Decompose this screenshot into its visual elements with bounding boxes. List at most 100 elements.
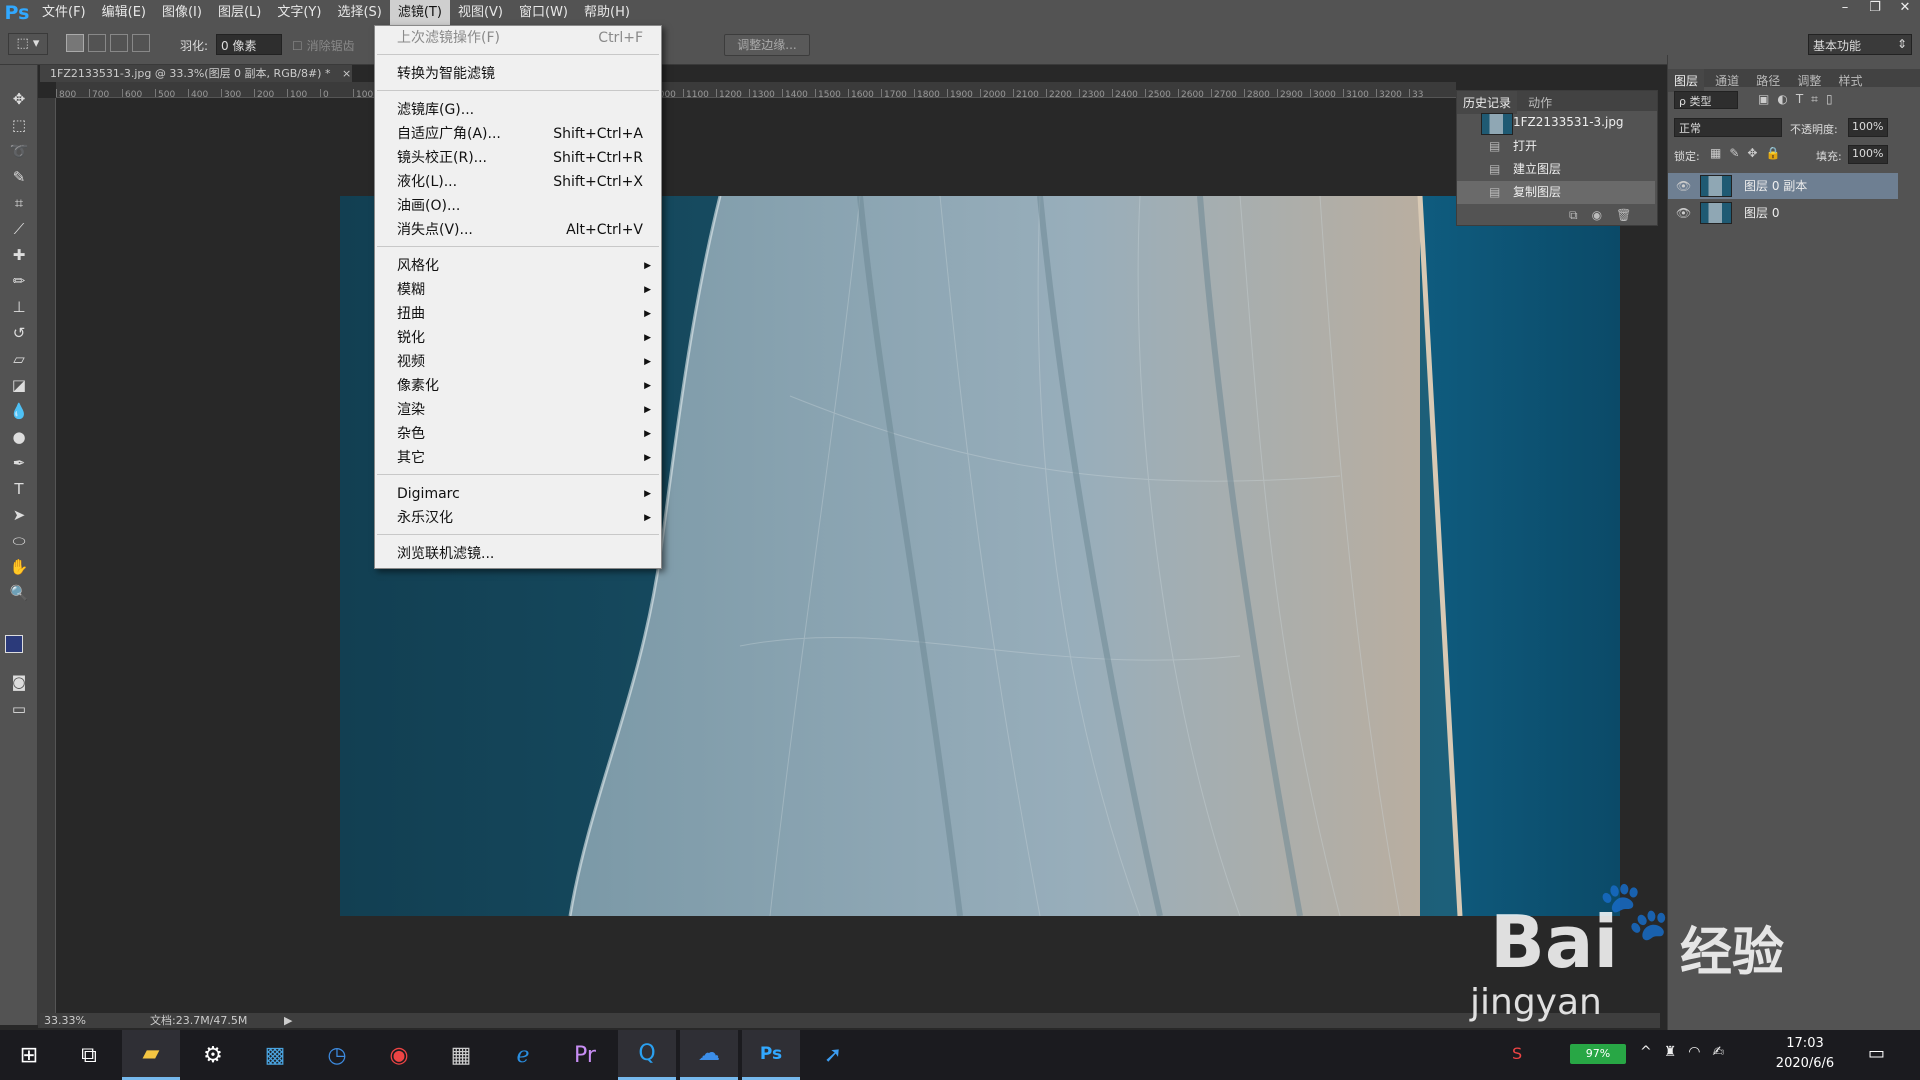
layer-row-copy[interactable]: 👁 图层 0 副本 xyxy=(1668,173,1898,199)
pen-icon[interactable]: ✍ xyxy=(1713,1044,1737,1060)
menu-item-smart-filter[interactable]: 转换为智能滤镜 xyxy=(375,62,661,86)
marquee-preset-icon[interactable]: ⬚ ▾ xyxy=(8,33,48,55)
feather-input[interactable]: 0 像素 xyxy=(216,34,282,55)
antivirus-icon[interactable]: ♜ xyxy=(1664,1044,1689,1060)
marquee-tool-icon[interactable]: ⬚ xyxy=(6,113,32,137)
tab-styles[interactable]: 样式 xyxy=(1832,69,1868,92)
ellipse-tool-icon[interactable]: ⬭ xyxy=(6,529,32,553)
browser-q-icon[interactable]: Q xyxy=(618,1030,676,1080)
submenu-other[interactable]: 其它 ▶ xyxy=(375,446,661,470)
chrome-icon[interactable]: ◉ xyxy=(370,1030,428,1080)
workspace-select[interactable]: 基本功能 ⇕ xyxy=(1808,34,1912,55)
feishu-icon[interactable]: ➚ xyxy=(804,1030,862,1080)
type-tool-icon[interactable]: T xyxy=(6,477,32,501)
menu-filter[interactable]: 滤镜(T) xyxy=(389,0,450,25)
chevron-up-icon[interactable]: ^ xyxy=(1640,1044,1664,1060)
menu-item-last-filter[interactable]: 上次滤镜操作(F) Ctrl+F xyxy=(375,26,661,50)
menu-select[interactable]: 选择(S) xyxy=(329,0,389,25)
screen-mode-icon[interactable]: ▭ xyxy=(6,697,32,721)
intersect-selection-icon[interactable] xyxy=(132,34,150,52)
doc-size[interactable]: 文档:23.7M/47.5M xyxy=(150,1013,247,1028)
layer-row-base[interactable]: 👁 图层 0 xyxy=(1668,200,1898,226)
submenu-distort[interactable]: 扭曲 ▶ xyxy=(375,302,661,326)
healing-brush-icon[interactable]: ✚ xyxy=(6,243,32,267)
add-selection-icon[interactable] xyxy=(88,34,106,52)
wifi-icon[interactable]: ◠ xyxy=(1688,1044,1712,1060)
settings-icon[interactable]: ⚙ xyxy=(184,1030,242,1080)
lasso-tool-icon[interactable]: ➰ xyxy=(6,139,32,163)
submenu-digimarc[interactable]: Digimarc ▶ xyxy=(375,482,661,506)
fill-input[interactable]: 100% xyxy=(1848,145,1888,164)
close-button[interactable]: ✕ xyxy=(1890,0,1920,18)
shape-filter-icon[interactable]: ⌗ xyxy=(1811,92,1826,106)
menu-image[interactable]: 图像(I) xyxy=(154,0,210,25)
notification-icon[interactable]: ▭ xyxy=(1868,1043,1885,1064)
menu-item-oil-paint[interactable]: 油画(O)... xyxy=(375,194,661,218)
tab-close-icon[interactable]: × xyxy=(342,67,351,80)
camera-icon[interactable]: ◉ xyxy=(1592,208,1616,222)
hand-tool-icon[interactable]: ✋ xyxy=(6,555,32,579)
baidu-netdisk-icon[interactable]: ☁ xyxy=(680,1030,738,1080)
crop-tool-icon[interactable]: ⌗ xyxy=(6,191,32,215)
submenu-blur[interactable]: 模糊 ▶ xyxy=(375,278,661,302)
dodge-tool-icon[interactable]: ● xyxy=(6,425,32,449)
menu-layer[interactable]: 图层(L) xyxy=(210,0,269,25)
history-brush-icon[interactable]: ↺ xyxy=(6,321,32,345)
layer-filter-select[interactable]: ρ 类型 xyxy=(1674,91,1738,109)
menu-file[interactable]: 文件(F) xyxy=(34,0,94,25)
menu-item-browse-online[interactable]: 浏览联机滤镜... xyxy=(375,542,661,566)
tab-layers[interactable]: 图层 xyxy=(1668,69,1705,92)
menu-item-vanishing-point[interactable]: 消失点(V)... Alt+Ctrl+V xyxy=(375,218,661,242)
zoom-level[interactable]: 33.33% xyxy=(44,1013,86,1028)
lock-all-icon[interactable]: 🔒 xyxy=(1765,146,1788,160)
move-tool-icon[interactable]: ✥ xyxy=(6,87,32,111)
subtract-selection-icon[interactable] xyxy=(110,34,128,52)
stamp-tool-icon[interactable]: ⊥ xyxy=(6,295,32,319)
trash-icon[interactable]: 🗑 xyxy=(1616,208,1645,222)
status-arrow-icon[interactable]: ▶ xyxy=(284,1013,292,1028)
photos-icon[interactable]: ▩ xyxy=(246,1030,304,1080)
submenu-sharpen[interactable]: 锐化 ▶ xyxy=(375,326,661,350)
quick-mask-icon[interactable]: ◙ xyxy=(6,670,32,694)
file-explorer-icon[interactable]: ▰ xyxy=(122,1030,180,1080)
menu-item-lens-correction[interactable]: 镜头校正(R)... Shift+Ctrl+R xyxy=(375,146,661,170)
submenu-stylize[interactable]: 风格化 ▶ xyxy=(375,254,661,278)
brush-tool-icon[interactable]: ✏ xyxy=(6,269,32,293)
menu-view[interactable]: 视图(V) xyxy=(450,0,511,25)
adjustment-filter-icon[interactable]: ◐ xyxy=(1777,92,1795,106)
ie-icon[interactable]: ℯ xyxy=(494,1030,552,1080)
paint-bucket-icon[interactable]: ◪ xyxy=(6,373,32,397)
history-snapshot[interactable]: 1FZ2133531-3.jpg xyxy=(1457,111,1655,135)
submenu-noise[interactable]: 杂色 ▶ xyxy=(375,422,661,446)
minimize-button[interactable]: – xyxy=(1830,0,1860,18)
history-step[interactable]: ▤ 建立图层 xyxy=(1457,158,1655,181)
tab-paths[interactable]: 路径 xyxy=(1750,69,1786,92)
task-view-icon[interactable]: ⧉ xyxy=(60,1030,118,1080)
submenu-video[interactable]: 视频 ▶ xyxy=(375,350,661,374)
clock-time[interactable]: 17:03 xyxy=(1770,1036,1840,1051)
clock-date[interactable]: 2020/6/6 xyxy=(1766,1056,1844,1071)
blur-tool-icon[interactable]: 💧 xyxy=(6,399,32,423)
eye-icon[interactable]: 👁 xyxy=(1676,173,1691,199)
pen-tool-icon[interactable]: ✒ xyxy=(6,451,32,475)
lock-move-icon[interactable]: ✥ xyxy=(1747,146,1765,160)
lock-transparent-icon[interactable]: ▦ xyxy=(1710,146,1729,160)
opacity-input[interactable]: 100% xyxy=(1848,118,1888,137)
menu-type[interactable]: 文字(Y) xyxy=(269,0,329,25)
eraser-tool-icon[interactable]: ▱ xyxy=(6,347,32,371)
path-select-icon[interactable]: ➤ xyxy=(6,503,32,527)
new-document-icon[interactable]: ⧉ xyxy=(1569,208,1592,222)
lock-paint-icon[interactable]: ✎ xyxy=(1729,146,1747,160)
history-step[interactable]: ▤ 复制图层 xyxy=(1457,181,1655,204)
document-tab[interactable]: 1FZ2133531-3.jpg @ 33.3%(图层 0 副本, RGB/8#… xyxy=(40,65,352,82)
new-selection-icon[interactable] xyxy=(66,34,84,52)
menu-window[interactable]: 窗口(W) xyxy=(511,0,576,25)
submenu-render[interactable]: 渲染 ▶ xyxy=(375,398,661,422)
eye-icon[interactable]: 👁 xyxy=(1676,200,1691,226)
quick-select-icon[interactable]: ✎ xyxy=(6,165,32,189)
tab-channels[interactable]: 通道 xyxy=(1709,69,1745,92)
start-icon[interactable]: ⊞ xyxy=(0,1030,58,1080)
menu-item-liquify[interactable]: 液化(L)... Shift+Ctrl+X xyxy=(375,170,661,194)
antialias-checkbox[interactable]: ☐ 消除锯齿 xyxy=(292,37,355,54)
foreground-color-swatch[interactable] xyxy=(5,635,23,653)
